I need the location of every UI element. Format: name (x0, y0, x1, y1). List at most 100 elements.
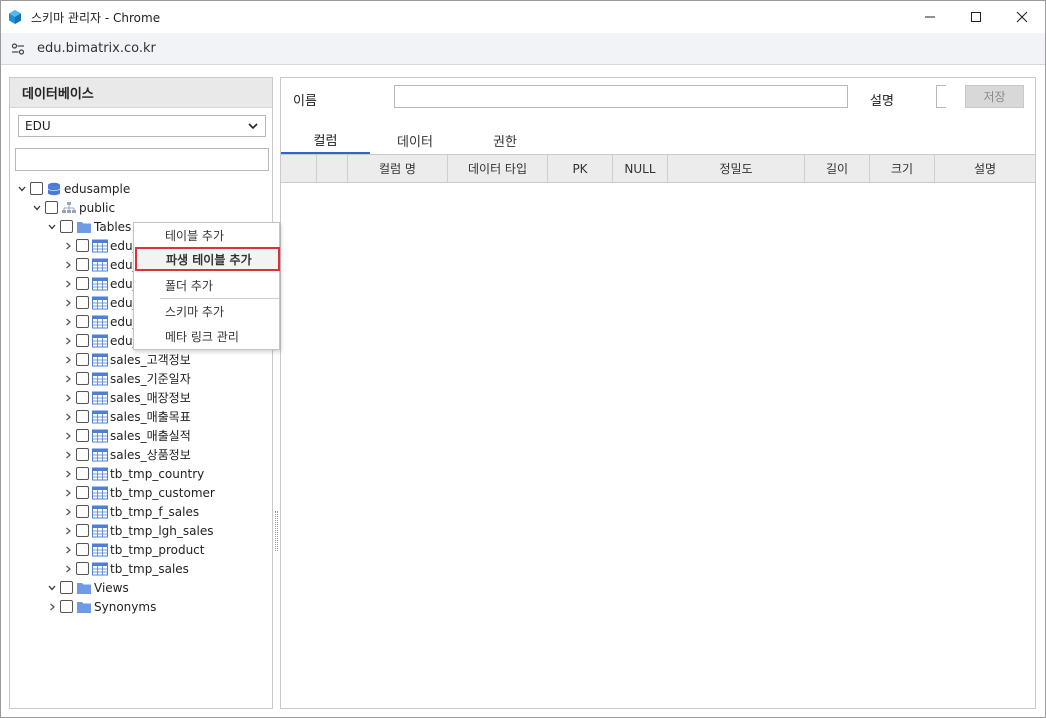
grid-header-cell[interactable] (281, 155, 317, 182)
close-button[interactable] (999, 1, 1045, 33)
tree-node-checkbox[interactable] (76, 429, 89, 442)
chevron-right-icon[interactable] (62, 240, 74, 252)
grid-header-precision[interactable]: 정밀도 (668, 155, 805, 182)
chevron-right-icon[interactable] (62, 297, 74, 309)
grid-header-description[interactable]: 설명 (935, 155, 1035, 182)
chevron-right-icon[interactable] (62, 354, 74, 366)
grid-header-column-name[interactable]: 컬럼 명 (348, 155, 448, 182)
tree-node-checkbox[interactable] (76, 467, 89, 480)
tree-node-checkbox[interactable] (76, 296, 89, 309)
chevron-right-icon[interactable] (62, 335, 74, 347)
tree-node[interactable]: tb_tmp_customer (62, 483, 215, 502)
grid-header-pk[interactable]: PK (548, 155, 613, 182)
grid-header-data-type[interactable]: 데이터 타입 (448, 155, 548, 182)
maximize-button[interactable] (953, 1, 999, 33)
tree-node-label: Tables (94, 219, 132, 234)
chevron-right-icon[interactable] (62, 563, 74, 575)
tree-node-checkbox[interactable] (60, 220, 73, 233)
chevron-right-icon[interactable] (62, 506, 74, 518)
menu-item-manage-meta-link[interactable]: 메타 링크 관리 (134, 324, 279, 348)
chevron-right-icon[interactable] (62, 411, 74, 423)
chevron-right-icon[interactable] (62, 259, 74, 271)
chevron-right-icon[interactable] (62, 468, 74, 480)
menu-item-add-derived-table[interactable]: 파생 테이블 추가 (135, 247, 280, 271)
chevron-down-icon[interactable] (31, 202, 43, 214)
tree-node-checkbox[interactable] (76, 448, 89, 461)
tree-node[interactable]: sales_고객정보 (62, 350, 191, 369)
tree-node-checkbox[interactable] (76, 372, 89, 385)
minimize-button[interactable] (907, 1, 953, 33)
tree-node[interactable]: Synonyms (46, 597, 156, 616)
tree-node[interactable]: sales_상품정보 (62, 445, 191, 464)
chevron-right-icon[interactable] (62, 373, 74, 385)
tree-node-checkbox[interactable] (76, 353, 89, 366)
tree-node[interactable]: edu_ (62, 236, 139, 255)
tree-node-checkbox[interactable] (76, 239, 89, 252)
tree-node[interactable]: edu_ (62, 255, 139, 274)
tree-node[interactable]: tb_tmp_lgh_sales (62, 521, 213, 540)
tree-node[interactable]: tb_tmp_country (62, 464, 204, 483)
tree-node[interactable]: sales_매장정보 (62, 388, 191, 407)
tree-node-checkbox[interactable] (76, 277, 89, 290)
tree-node[interactable]: edu_ (62, 293, 139, 312)
chevron-right-icon[interactable] (62, 392, 74, 404)
tree-node[interactable]: edusample (16, 179, 130, 198)
tree-node-checkbox[interactable] (76, 524, 89, 537)
save-button[interactable]: 저장 (965, 85, 1024, 108)
chevron-down-icon[interactable] (46, 582, 58, 594)
tree-node[interactable]: sales_매출실적 (62, 426, 191, 445)
tree-node-checkbox[interactable] (76, 505, 89, 518)
tree-node-checkbox[interactable] (30, 182, 43, 195)
site-settings-icon[interactable] (11, 42, 25, 56)
chevron-right-icon[interactable] (62, 316, 74, 328)
chevron-right-icon[interactable] (62, 487, 74, 499)
tree-search-input[interactable] (15, 148, 269, 171)
tree-node-checkbox[interactable] (76, 410, 89, 423)
menu-item-add-folder[interactable]: 폴더 추가 (134, 273, 279, 297)
table-icon (92, 353, 108, 367)
tree-node-checkbox[interactable] (76, 334, 89, 347)
chevron-down-icon[interactable] (46, 221, 58, 233)
grid-header-null[interactable]: NULL (613, 155, 668, 182)
tree-node-checkbox[interactable] (76, 486, 89, 499)
tree-node-checkbox[interactable] (76, 258, 89, 271)
chevron-right-icon[interactable] (62, 449, 74, 461)
chevron-down-icon[interactable] (16, 183, 28, 195)
chevron-right-icon[interactable] (62, 525, 74, 537)
grid-header-length[interactable]: 길이 (805, 155, 870, 182)
tree-node-checkbox[interactable] (76, 543, 89, 556)
description-input[interactable] (936, 85, 946, 108)
chevron-right-icon[interactable] (62, 278, 74, 290)
tree-node-checkbox[interactable] (76, 391, 89, 404)
tree-node[interactable]: edu_ (62, 331, 139, 350)
tree-node[interactable]: edu_ (62, 312, 139, 331)
tree-node-checkbox[interactable] (76, 562, 89, 575)
chevron-right-icon[interactable] (46, 601, 58, 613)
panel-splitter[interactable] (275, 511, 278, 551)
chevron-right-icon[interactable] (62, 430, 74, 442)
tab-data[interactable]: 데이터 (370, 126, 460, 154)
tab-permissions[interactable]: 권한 (460, 126, 550, 154)
tree-node[interactable]: tb_tmp_product (62, 540, 205, 559)
tree-node[interactable]: edu_ (62, 274, 139, 293)
chevron-right-icon[interactable] (62, 544, 74, 556)
tree-node[interactable]: Views (46, 578, 129, 597)
tree-node[interactable]: sales_매출목표 (62, 407, 191, 426)
tab-columns[interactable]: 컬럼 (281, 126, 370, 154)
tree-node-checkbox[interactable] (60, 581, 73, 594)
menu-item-add-table[interactable]: 테이블 추가 (134, 223, 279, 247)
menu-item-add-schema[interactable]: 스키마 추가 (134, 299, 279, 323)
tree-node-checkbox[interactable] (45, 201, 58, 214)
tree-node[interactable]: public (31, 198, 115, 217)
tree-node-checkbox[interactable] (76, 315, 89, 328)
tree-node[interactable]: tb_tmp_sales (62, 559, 189, 578)
tree-node[interactable]: tb_tmp_f_sales (62, 502, 199, 521)
url-text[interactable]: edu.bimatrix.co.kr (37, 41, 156, 56)
tree-node-checkbox[interactable] (60, 600, 73, 613)
grid-header-size[interactable]: 크기 (870, 155, 935, 182)
tree-node[interactable]: sales_기준일자 (62, 369, 191, 388)
tree-node[interactable]: Tables (46, 217, 131, 236)
database-select[interactable]: EDU (18, 115, 266, 137)
grid-header-cell[interactable] (317, 155, 348, 182)
name-input[interactable] (394, 85, 848, 108)
